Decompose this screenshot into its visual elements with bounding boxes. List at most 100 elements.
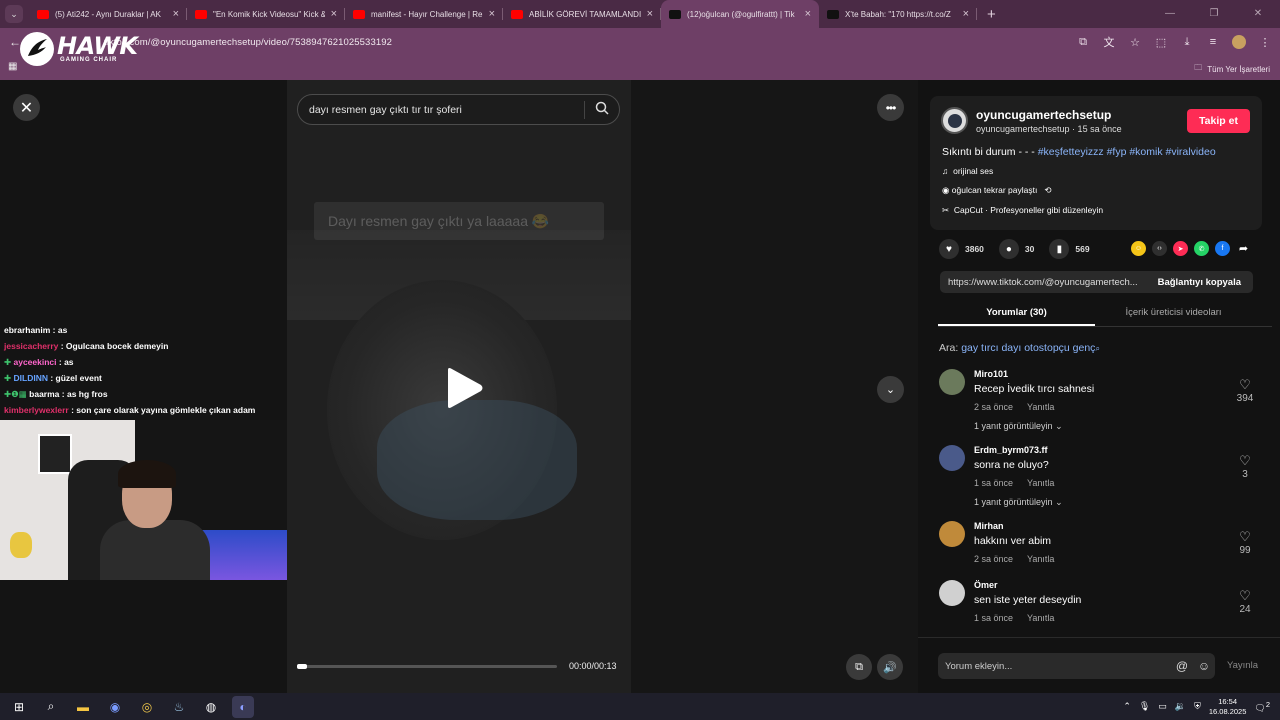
restore-icon[interactable]: ❐: [1192, 0, 1236, 28]
tab-close-icon[interactable]: ×: [173, 8, 179, 20]
post-link[interactable]: https://www.tiktok.com/@oyuncugamertech.…: [940, 277, 1146, 288]
bookmark-icon[interactable]: ▮: [1049, 239, 1070, 259]
comment-like[interactable]: ♡ 394: [1227, 377, 1263, 404]
comment-like[interactable]: ♡ 24: [1227, 588, 1263, 615]
browser-tab[interactable]: "En Komik Kick Videosu" Kick & ×: [187, 0, 345, 28]
video-progress-bar[interactable]: [297, 664, 557, 669]
share-arrow-icon[interactable]: ➦: [1236, 241, 1251, 256]
comment-input-box[interactable]: Yorum ekleyin... @ ☺: [938, 653, 1215, 679]
commenter-avatar[interactable]: [939, 580, 965, 606]
tab-close-icon[interactable]: ×: [963, 8, 969, 20]
discord-icon[interactable]: ◐: [232, 695, 254, 718]
obs-icon[interactable]: ◍: [200, 696, 222, 718]
embed-icon[interactable]: ‹›: [1152, 241, 1167, 256]
browser-tab[interactable]: (12)oğulcan (@ogulfirattt) | Tik ×: [661, 0, 819, 28]
commenter-name[interactable]: Miro101: [974, 369, 1008, 379]
search-icon[interactable]: [585, 101, 619, 118]
repost-icon: ⟲: [1044, 185, 1052, 195]
mention-icon[interactable]: @: [1171, 659, 1193, 673]
send-icon[interactable]: ➤: [1173, 241, 1188, 256]
media-icon[interactable]: ≡: [1206, 36, 1220, 48]
comment-input[interactable]: Yorum ekleyin...: [938, 661, 1171, 672]
chevron-up-icon[interactable]: ⌃: [1123, 701, 1131, 712]
all-bookmarks[interactable]: 🗀 Tüm Yer İşaretleri: [1194, 62, 1270, 76]
emoji-icon[interactable]: ☺: [1193, 659, 1215, 673]
like-icon[interactable]: ♥: [939, 239, 959, 259]
clock[interactable]: 16:54 16.08.2025: [1209, 697, 1247, 717]
mic-icon[interactable]: 🎙: [1139, 701, 1150, 712]
hashtags[interactable]: #keşfetteyizzz #fyp #komik #viralvideo: [1038, 146, 1216, 158]
commenter-name[interactable]: Ömer: [974, 580, 998, 590]
search-input[interactable]: dayı resmen gay çıktı tır tır şoferi: [298, 104, 584, 116]
reply-button[interactable]: Yanıtla: [1027, 613, 1054, 623]
reply-button[interactable]: Yanıtla: [1027, 554, 1054, 564]
commenter-name[interactable]: Erdm_byrm073.ff: [974, 445, 1048, 455]
tab-comments[interactable]: Yorumlar (30): [938, 302, 1095, 326]
windows-start-icon[interactable]: ⊞: [8, 696, 30, 718]
speaker-icon[interactable]: 🔉: [1175, 701, 1186, 712]
tab-close-icon[interactable]: ×: [489, 8, 495, 20]
close-video-button[interactable]: ✕: [13, 94, 40, 121]
download-icon[interactable]: ⤓: [1180, 36, 1194, 49]
tab-close-icon[interactable]: ×: [331, 8, 337, 20]
reply-button[interactable]: Yanıtla: [1027, 478, 1054, 488]
menu-icon[interactable]: ⋮: [1258, 36, 1272, 49]
cast-icon[interactable]: ⧉: [1076, 36, 1090, 49]
commenter-name[interactable]: Mirhan: [974, 521, 1004, 531]
close-window-icon[interactable]: ✕: [1236, 0, 1280, 28]
view-replies-button[interactable]: 1 yanıt görüntüleyin ⌄: [974, 421, 1063, 432]
new-tab-button[interactable]: +: [987, 6, 996, 23]
app-icon[interactable]: ◉: [104, 696, 126, 718]
chrome-icon[interactable]: ◎: [136, 696, 158, 718]
next-video-button[interactable]: ⌄: [877, 376, 904, 403]
comment-like[interactable]: ♡ 99: [1227, 529, 1263, 556]
browser-tab[interactable]: (5) Ati242 - Aynı Duraklar | AK ×: [29, 0, 187, 28]
related-search[interactable]: Ara: gay tırcı dayı otostopçu genç⌕: [939, 342, 1100, 354]
commenter-avatar[interactable]: [939, 369, 965, 395]
tab-close-icon[interactable]: ×: [647, 8, 653, 20]
comment-like[interactable]: ♡ 3: [1227, 453, 1263, 480]
commenter-avatar[interactable]: [939, 445, 965, 471]
comment-icon[interactable]: ●: [998, 239, 1019, 259]
tab-creator-videos[interactable]: İçerik üreticisi videoları: [1095, 302, 1252, 326]
reply-button[interactable]: Yanıtla: [1027, 402, 1054, 412]
creator-avatar[interactable]: [941, 107, 968, 134]
commenter-avatar[interactable]: [939, 521, 965, 547]
post-comment-button[interactable]: Yayınla: [1227, 660, 1258, 671]
address-bar-url[interactable]: tiktok.com/@oyuncugamertechsetup/video/7…: [104, 37, 392, 48]
volume-icon: 🔊: [883, 661, 897, 674]
search-taskbar-icon[interactable]: ⌕: [40, 696, 62, 718]
star-icon[interactable]: ☆: [1128, 36, 1142, 49]
steam-icon[interactable]: ♨: [168, 696, 190, 718]
view-replies-button[interactable]: 1 yanıt görüntüleyin ⌄: [974, 497, 1063, 508]
facebook-icon[interactable]: f: [1215, 241, 1230, 256]
browser-tab[interactable]: X'te Babah: "170 https://t.co/Z ×: [819, 0, 977, 28]
video-search-bar[interactable]: dayı resmen gay çıktı tır tır şoferi: [297, 94, 620, 125]
extensions-icon[interactable]: ⬚: [1154, 36, 1168, 49]
apps-icon[interactable]: ▦: [8, 61, 17, 72]
translate-icon[interactable]: 文: [1102, 34, 1116, 50]
minimize-icon[interactable]: —: [1148, 0, 1192, 28]
browser-tab[interactable]: ABİLİK GÖREVİ TAMAMLANDI ! ×: [503, 0, 661, 28]
file-explorer-icon[interactable]: ▬: [72, 696, 94, 718]
notification-icon[interactable]: 🗨2: [1254, 700, 1270, 714]
progress-handle[interactable]: [297, 664, 307, 669]
profile-avatar[interactable]: [1232, 35, 1246, 49]
whatsapp-icon[interactable]: ✆: [1194, 241, 1209, 256]
window-controls: — ❐ ✕: [1148, 0, 1280, 28]
play-icon[interactable]: [444, 366, 484, 410]
creator-username[interactable]: oyuncugamertechsetup: [976, 108, 1111, 122]
copy-link-button[interactable]: Bağlantıyı kopyala: [1146, 277, 1253, 288]
network-icon[interactable]: ▭: [1158, 701, 1167, 712]
more-options-button[interactable]: •••: [877, 94, 904, 121]
vpn-icon[interactable]: ⛨: [1194, 701, 1201, 712]
tab-search-button[interactable]: ⌄: [5, 5, 23, 23]
tab-close-icon[interactable]: ×: [805, 8, 811, 20]
follow-button[interactable]: Takip et: [1187, 109, 1250, 133]
volume-button[interactable]: 🔊: [877, 654, 903, 680]
pip-button[interactable]: ⧉: [846, 654, 872, 680]
music-info[interactable]: ♫ orijinal ses: [942, 166, 993, 176]
browser-tab[interactable]: manifest - Hayır Challenge | Re ×: [345, 0, 503, 28]
capcut-promo[interactable]: ✂ CapCut · Profesyoneller gibi düzenleyi…: [942, 205, 1103, 216]
friends-share-icon[interactable]: ☺: [1131, 241, 1146, 256]
